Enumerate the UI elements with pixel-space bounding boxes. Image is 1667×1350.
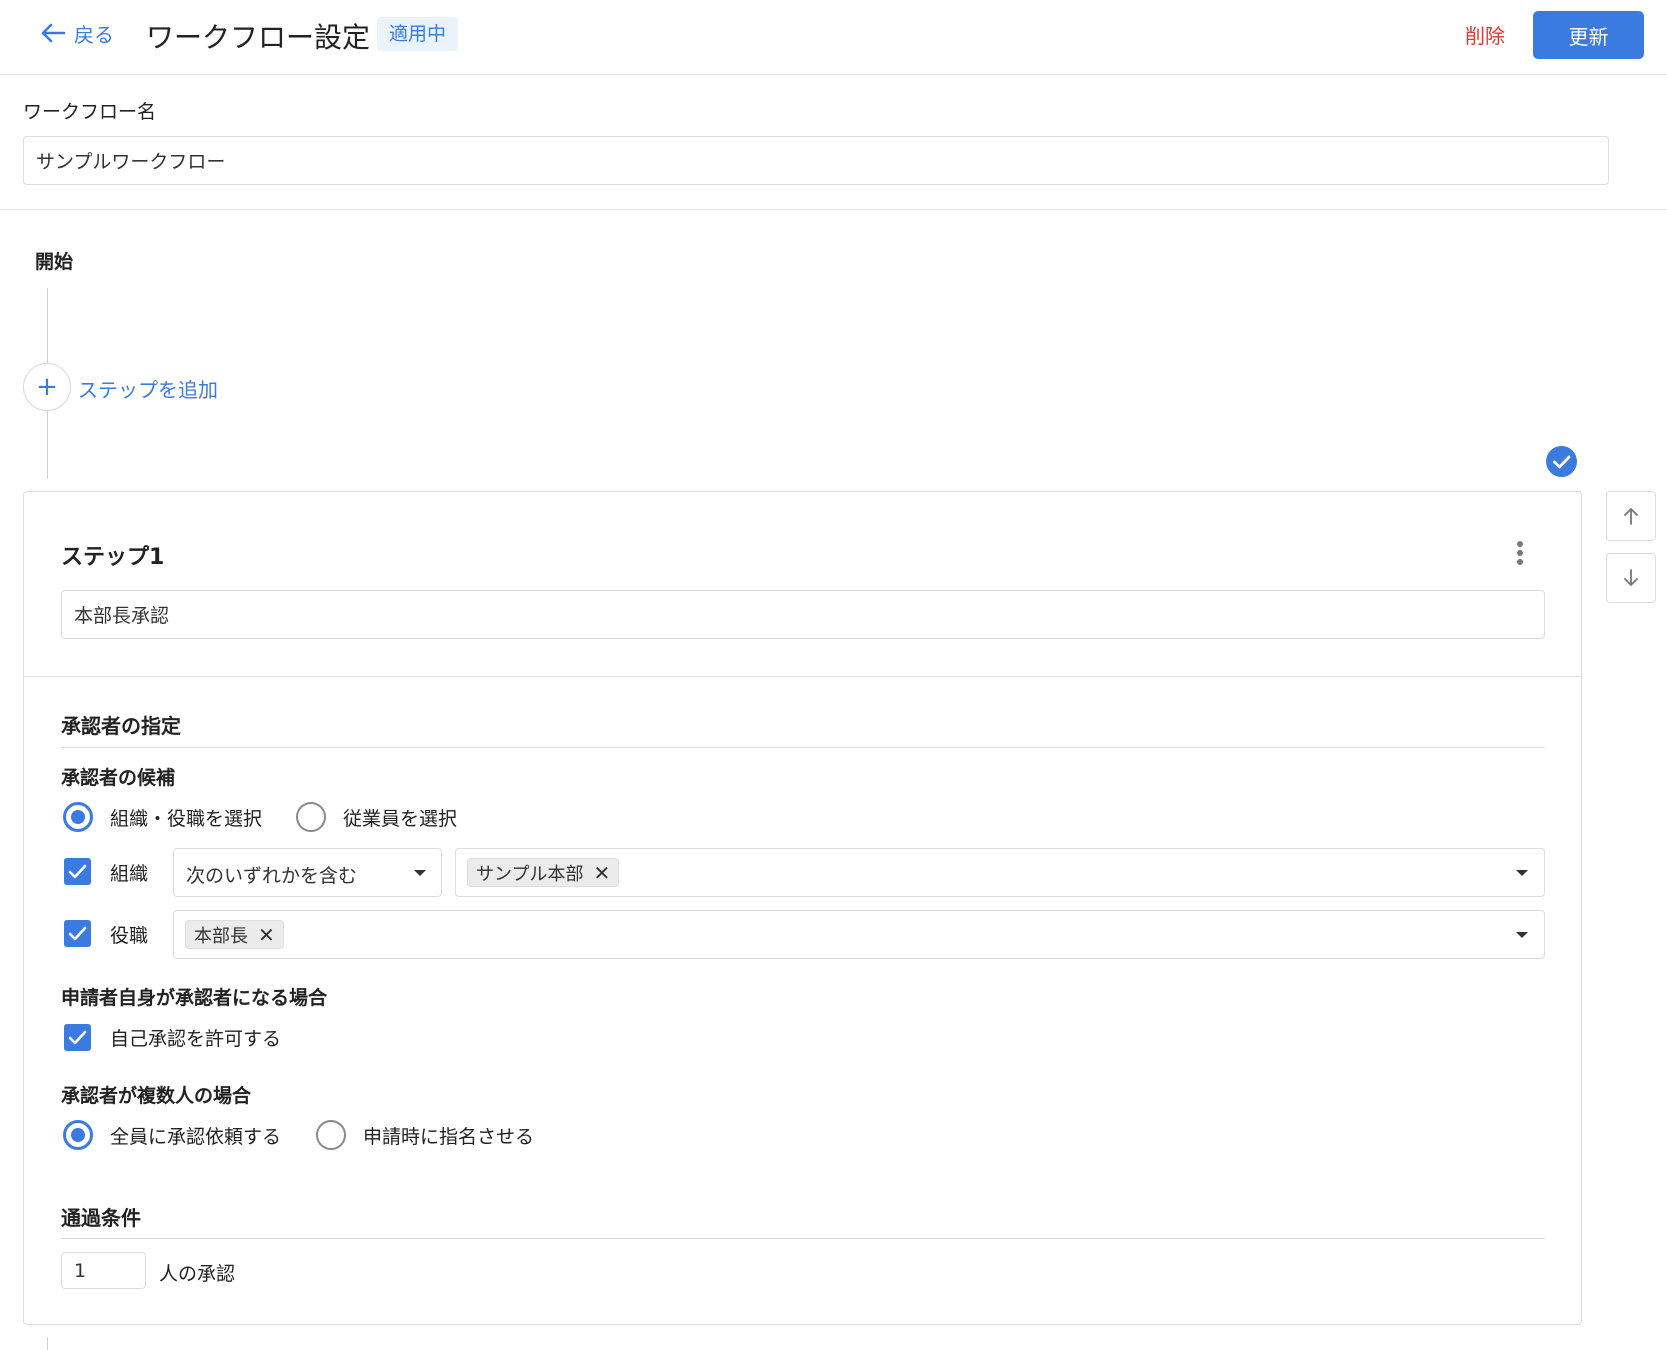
more-options-icon[interactable] (1510, 538, 1530, 570)
arrow-left-icon (41, 23, 66, 43)
start-label: 開始 (35, 251, 74, 273)
radio-employee[interactable] (296, 802, 326, 832)
role-chip: 本部長 ✕ (185, 920, 284, 949)
check-circle-icon (1546, 446, 1577, 477)
role-select[interactable]: 本部長 ✕ (173, 910, 1545, 959)
self-approval-label: 自己承認を許可する (110, 1028, 282, 1050)
timeline-line (47, 1337, 48, 1350)
radio-nominate[interactable] (316, 1120, 346, 1150)
timeline-line (47, 411, 48, 479)
candidates-label: 承認者の候補 (61, 767, 176, 789)
pass-count-input[interactable] (61, 1252, 146, 1289)
move-down-button[interactable] (1606, 553, 1656, 603)
step-card: ステップ1 承認者の指定 承認者の候補 組織・役職を選択 従業員を選択 組織 次… (23, 491, 1582, 1325)
self-approval-title: 申請者自身が承認者になる場合 (61, 987, 328, 1009)
self-approval-checkbox[interactable] (64, 1024, 91, 1051)
add-step-button[interactable]: + (23, 363, 71, 411)
role-label: 役職 (110, 925, 149, 947)
close-icon[interactable]: ✕ (593, 863, 610, 883)
timeline-line (47, 288, 48, 363)
arrow-up-icon (1624, 508, 1638, 525)
step-title: ステップ1 (61, 545, 165, 570)
org-label: 組織 (110, 863, 149, 885)
close-icon[interactable]: ✕ (258, 925, 275, 945)
org-chip: サンプル本部 ✕ (467, 858, 620, 887)
pass-suffix-label: 人の承認 (159, 1263, 236, 1285)
page-title: ワークフロー設定 (146, 21, 371, 54)
caret-down-icon (1516, 932, 1528, 938)
arrow-down-icon (1624, 569, 1638, 586)
update-button[interactable]: 更新 (1533, 11, 1644, 59)
plus-icon: + (36, 372, 58, 402)
add-step-link[interactable]: ステップを追加 (78, 374, 218, 403)
workflow-name-input[interactable] (23, 136, 1609, 185)
role-checkbox[interactable] (64, 920, 91, 947)
radio-nominate-label: 申請時に指名させる (363, 1126, 535, 1148)
org-condition-value: 次のいずれかを含む (186, 865, 358, 887)
back-label: 戻る (74, 22, 114, 47)
org-condition-select[interactable]: 次のいずれかを含む (173, 848, 442, 897)
radio-employee-label: 従業員を選択 (343, 808, 458, 830)
check-icon (68, 1030, 87, 1045)
section-rule (61, 747, 1545, 748)
caret-down-icon (1516, 870, 1528, 876)
card-divider (24, 676, 1581, 677)
multi-approver-title: 承認者が複数人の場合 (61, 1085, 252, 1107)
check-icon (68, 864, 87, 879)
role-chip-label: 本部長 (194, 925, 248, 947)
workflow-name-label: ワークフロー名 (23, 101, 157, 123)
section-rule (61, 1238, 1545, 1239)
org-checkbox[interactable] (64, 858, 91, 885)
step-name-input[interactable] (61, 590, 1545, 639)
radio-all-approvers-label: 全員に承認依頼する (110, 1126, 282, 1148)
org-chip-label: サンプル本部 (476, 863, 584, 885)
section-divider (0, 209, 1667, 210)
page-header: 戻る ワークフロー設定 適用中 削除 更新 (0, 0, 1667, 75)
approver-section-title: 承認者の指定 (61, 714, 181, 738)
status-badge: 適用中 (377, 17, 459, 51)
check-icon (68, 926, 87, 941)
pass-condition-title: 通過条件 (61, 1206, 141, 1230)
back-link[interactable]: 戻る (38, 18, 114, 48)
delete-button[interactable]: 削除 (1465, 20, 1505, 49)
radio-all-approvers[interactable] (63, 1120, 93, 1150)
radio-org-role-label: 組織・役職を選択 (110, 808, 263, 830)
caret-down-icon (414, 870, 426, 876)
radio-org-role[interactable] (63, 802, 93, 832)
org-select[interactable]: サンプル本部 ✕ (455, 848, 1545, 897)
move-up-button[interactable] (1606, 491, 1656, 541)
